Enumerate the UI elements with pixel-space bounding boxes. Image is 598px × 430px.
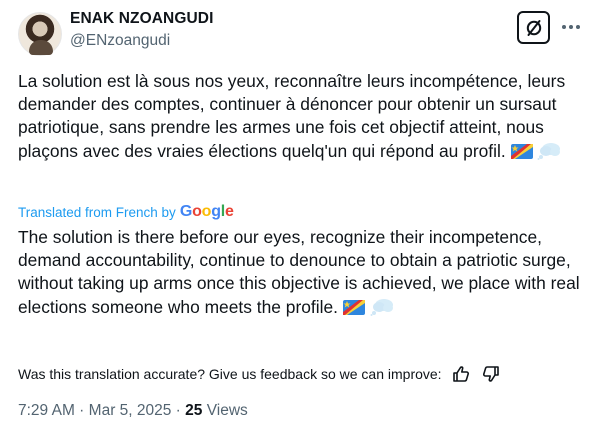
thought-bubble-icon (370, 298, 393, 316)
tweet-header: ENAK NZOANGUDI @ENzoangudi (16, 8, 582, 56)
more-icon (562, 25, 580, 29)
views-count: 25 (185, 402, 203, 419)
translation-body: The solution is there before our eyes, r… (18, 227, 580, 317)
meta-separator: · (74, 402, 89, 419)
thumbs-up-icon (452, 366, 469, 382)
author-handle[interactable]: @ENzoangudi (70, 32, 170, 50)
thought-bubble-icon (537, 142, 561, 160)
feedback-question: Was this translation accurate? Give us f… (18, 366, 442, 382)
tweet-emojis (510, 142, 562, 166)
grok-button[interactable] (517, 11, 550, 44)
grok-icon (526, 19, 541, 36)
thumbs-down-button[interactable] (480, 363, 502, 385)
translation-text: The solution is there before our eyes, r… (18, 226, 586, 322)
google-logo: Google (179, 203, 234, 220)
tweet-date[interactable]: Mar 5, 2025 (89, 402, 172, 419)
flag-drc-icon (510, 143, 533, 159)
more-options-button[interactable] (560, 16, 582, 38)
tweet-time[interactable]: 7:29 AM (18, 402, 75, 419)
translation-emojis (342, 298, 394, 322)
translation-attribution[interactable]: Translated from French by Google (18, 203, 234, 221)
thumbs-down-icon (482, 366, 499, 382)
thumbs-up-button[interactable] (450, 363, 472, 385)
author-name[interactable]: ENAK NZOANGUDI (70, 10, 213, 28)
avatar[interactable] (18, 12, 62, 56)
translation-feedback: Was this translation accurate? Give us f… (18, 363, 578, 385)
tweet-text: La solution est là sous nos yeux, reconn… (18, 70, 586, 166)
views-label: Views (206, 402, 248, 419)
tweet-body: La solution est là sous nos yeux, reconn… (18, 71, 566, 161)
meta-separator-2: · (171, 402, 186, 419)
flag-drc-icon (342, 299, 365, 315)
tweet-meta: 7:29 AM · Mar 5, 2025 · 25 Views (18, 402, 248, 420)
translation-label: Translated from French by (18, 204, 176, 220)
